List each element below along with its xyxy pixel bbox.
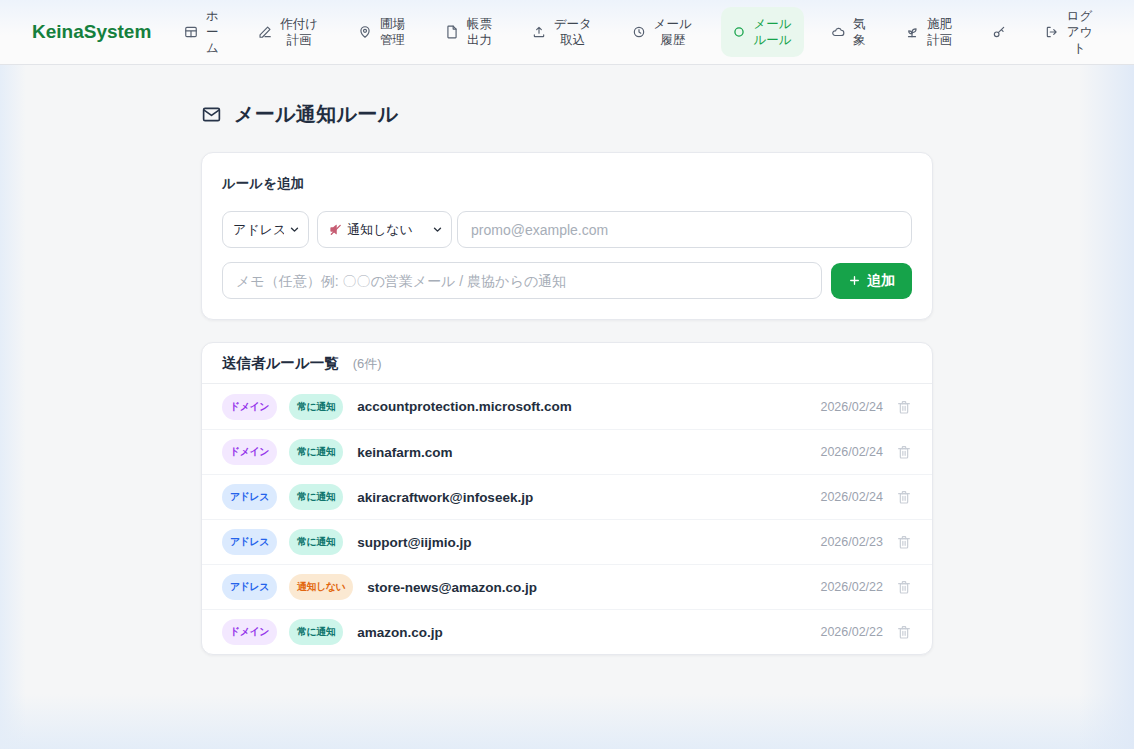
rule-target-input[interactable]	[457, 211, 912, 248]
cloud-icon	[831, 25, 845, 39]
sprout-icon	[905, 25, 919, 39]
chevron-down-icon	[288, 223, 301, 236]
nav-item-label: データ取込	[553, 16, 593, 48]
main-content: メール通知ルール ルールを追加 アドレス 通知しない	[0, 65, 1134, 655]
rule-action-badge: 常に通知	[289, 394, 343, 420]
rules-list-header: 送信者ルール一覧 (6件)	[202, 343, 932, 384]
delete-rule-button[interactable]	[896, 624, 912, 640]
nav-items: ホーム 作付け計画 圃場管理 帳票出力 データ取込 メール履歴 メールルール 気象 施肥計画 ログ…	[173, 0, 1104, 65]
rule-date: 2026/02/24	[820, 400, 883, 414]
rules-list-count: (6件)	[353, 355, 382, 373]
rule-action-select-value: 通知しない	[347, 221, 427, 239]
nav-item-label: メールルール	[753, 16, 793, 48]
nav-item-label: 帳票出力	[466, 16, 493, 48]
delete-rule-button[interactable]	[896, 534, 912, 550]
nav-item-label: ログアウト	[1066, 8, 1093, 56]
rule-action-badge: 常に通知	[289, 439, 343, 465]
nav-item-label: ホーム	[205, 8, 219, 56]
rule-type-badge: アドレス	[222, 484, 277, 510]
mute-icon	[328, 222, 343, 237]
grid-icon	[184, 25, 198, 39]
rule-row: ドメイン常に通知 accountprotection.microsoft.com 2…	[202, 384, 932, 429]
nav-item-key[interactable]	[981, 16, 1017, 48]
envelope-icon	[201, 104, 222, 125]
nav-item-data[interactable]: データ取込	[521, 7, 604, 57]
rule-type-badge: ドメイン	[222, 394, 277, 420]
rule-action-badge: 通知しない	[289, 574, 353, 600]
navbar: KeinaSystem ホーム 作付け計画 圃場管理 帳票出力 データ取込 メール履歴 メー…	[0, 0, 1134, 65]
add-rule-card: ルールを追加 アドレス 通知しない 追加	[201, 152, 933, 320]
rule-type-badge: アドレス	[222, 529, 277, 555]
rule-date: 2026/02/22	[820, 625, 883, 639]
rule-action-badge: 常に通知	[289, 484, 343, 510]
rule-target: store-news@amazon.co.jp	[367, 580, 537, 595]
nav-item-label: 施肥計画	[926, 16, 953, 48]
rule-row: アドレス常に通知 akiracraftwork@infoseek.jp 2026/0…	[202, 474, 932, 519]
nav-item-logout[interactable]: ログアウト	[1034, 0, 1104, 65]
delete-rule-button[interactable]	[896, 399, 912, 415]
logout-icon	[1045, 25, 1059, 39]
document-icon	[445, 25, 459, 39]
nav-item-hojo[interactable]: 圃場管理	[347, 7, 417, 57]
upload-icon	[532, 25, 546, 39]
rule-target: akiracraftwork@infoseek.jp	[357, 490, 533, 505]
add-rule-section-label: ルールを追加	[222, 175, 912, 193]
pencil-icon	[258, 25, 272, 39]
rules-list-title: 送信者ルール一覧	[222, 354, 339, 373]
rule-row: アドレス常に通知 support@iijmio.jp 2026/02/23	[202, 519, 932, 564]
nav-item-mailhist[interactable]: メール履歴	[621, 7, 704, 57]
rule-row: アドレス通知しない store-news@amazon.co.jp 2026/02/…	[202, 564, 932, 609]
nav-item-kisho[interactable]: 気象	[820, 7, 877, 57]
ring-icon	[732, 25, 746, 39]
nav-item-sakutsuke[interactable]: 作付け計画	[247, 7, 330, 57]
nav-item-label: 気象	[852, 16, 866, 48]
nav-item-label: メール履歴	[653, 16, 693, 48]
nav-item-label: 圃場管理	[379, 16, 406, 48]
rule-date: 2026/02/23	[820, 535, 883, 549]
add-rule-button[interactable]: 追加	[831, 263, 912, 299]
rule-target: support@iijmio.jp	[357, 535, 471, 550]
delete-rule-button[interactable]	[896, 444, 912, 460]
rule-action-badge: 常に通知	[289, 619, 343, 645]
delete-rule-button[interactable]	[896, 489, 912, 505]
rule-date: 2026/02/24	[820, 445, 883, 459]
chevron-down-icon	[431, 223, 444, 236]
rule-action-select[interactable]: 通知しない	[317, 211, 452, 248]
plus-icon	[848, 274, 861, 287]
key-icon	[992, 25, 1006, 39]
rule-row: ドメイン常に通知 keinafarm.com 2026/02/24	[202, 429, 932, 474]
rule-date: 2026/02/24	[820, 490, 883, 504]
rule-target: keinafarm.com	[357, 445, 452, 460]
rules-list-card: 送信者ルール一覧 (6件) ドメイン常に通知accountprotection.…	[201, 342, 933, 655]
rule-row: ドメイン常に通知 amazon.co.jp 2026/02/22	[202, 609, 932, 654]
nav-item-sehi[interactable]: 施肥計画	[894, 7, 964, 57]
brand-logo: KeinaSystem	[32, 21, 151, 43]
delete-rule-button[interactable]	[896, 579, 912, 595]
nav-item-chohyo[interactable]: 帳票出力	[434, 7, 504, 57]
map-pin-icon	[358, 25, 372, 39]
nav-item-label: 作付け計画	[279, 16, 319, 48]
rule-type-badge: アドレス	[222, 574, 277, 600]
nav-item-home[interactable]: ホーム	[173, 0, 230, 65]
rule-target: accountprotection.microsoft.com	[357, 399, 572, 414]
rules-list: ドメイン常に通知accountprotection.microsoft.com2…	[202, 384, 932, 654]
rule-action-badge: 常に通知	[289, 529, 343, 555]
add-rule-button-label: 追加	[867, 272, 895, 290]
page-title-row: メール通知ルール	[201, 65, 933, 125]
rule-type-select[interactable]: アドレス	[222, 211, 309, 248]
rule-memo-input[interactable]	[222, 262, 822, 299]
rule-type-select-value: アドレス	[233, 221, 284, 239]
rule-target: amazon.co.jp	[357, 625, 443, 640]
page-title: メール通知ルール	[234, 104, 398, 125]
nav-item-mailrule[interactable]: メールルール	[721, 7, 804, 57]
rule-type-badge: ドメイン	[222, 439, 277, 465]
rule-type-badge: ドメイン	[222, 619, 277, 645]
rule-date: 2026/02/22	[820, 580, 883, 594]
history-icon	[632, 25, 646, 39]
